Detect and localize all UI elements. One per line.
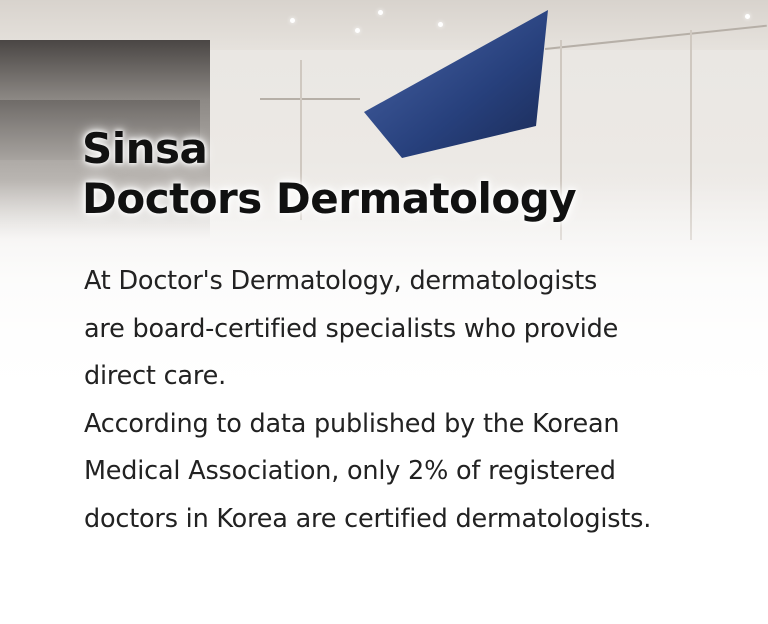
page-title: Sinsa Doctors Dermatology: [82, 124, 577, 224]
description-line: doctors in Korea are certified dermatolo…: [84, 503, 652, 534]
description-line: Medical Association, only 2% of register…: [84, 456, 616, 487]
description-line: According to data published by the Korea…: [84, 408, 620, 439]
description-line: are board-certified specialists who prov…: [84, 313, 619, 344]
ceiling-light: [745, 14, 750, 19]
description-line: direct care.: [84, 361, 226, 392]
description-line: At Doctor's Dermatology, dermatologists: [84, 266, 598, 296]
description: At Doctor's Dermatology, dermatologists …: [84, 258, 744, 544]
promo-banner: Sinsa Doctors Dermatology At Doctor's De…: [0, 0, 768, 624]
title-line-1: Sinsa: [82, 124, 208, 173]
ceiling-light: [290, 18, 295, 23]
wall-molding: [260, 98, 360, 100]
title-line-2: Doctors Dermatology: [82, 174, 577, 223]
